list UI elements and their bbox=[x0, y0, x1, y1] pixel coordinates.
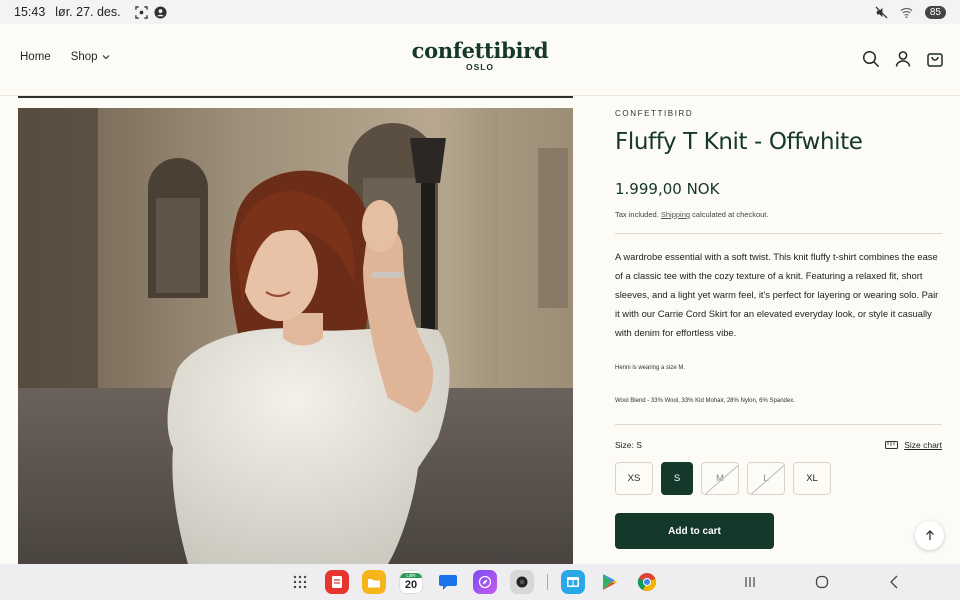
app-notes[interactable] bbox=[325, 570, 349, 594]
size-option-l[interactable]: L bbox=[747, 462, 785, 495]
account-icon bbox=[154, 5, 167, 19]
windows-icon bbox=[567, 577, 579, 587]
app-drawer-button[interactable] bbox=[288, 570, 312, 594]
camera-icon bbox=[516, 576, 528, 588]
nav-shop-label: Shop bbox=[70, 51, 98, 63]
tax-note: Tax included. Shipping calculated at che… bbox=[615, 210, 942, 219]
app-play-store[interactable] bbox=[598, 570, 622, 594]
app-camera[interactable] bbox=[510, 570, 534, 594]
chrome-icon bbox=[637, 573, 657, 592]
app-browser[interactable] bbox=[473, 570, 497, 594]
status-bar: 15:43 lør. 27. des. 85 bbox=[0, 0, 960, 24]
product-image[interactable] bbox=[18, 108, 573, 564]
account-icon[interactable] bbox=[894, 50, 912, 68]
ruler-icon bbox=[885, 441, 899, 449]
logo-brand: confettibird bbox=[411, 38, 549, 63]
battery-indicator: 85 bbox=[924, 5, 946, 19]
app-chrome[interactable] bbox=[635, 570, 659, 594]
logo-city: OSLO bbox=[465, 62, 495, 72]
size-chart-label: Size chart bbox=[904, 440, 942, 450]
product-info: CONFETTIBIRD Fluffy T Knit - Offwhite 1.… bbox=[615, 100, 942, 549]
compass-icon bbox=[478, 575, 492, 589]
arrow-up-icon bbox=[925, 530, 934, 540]
mute-icon bbox=[875, 6, 888, 18]
app-messages[interactable] bbox=[436, 570, 460, 594]
divider bbox=[615, 424, 942, 425]
size-option-xl[interactable]: XL bbox=[793, 462, 831, 495]
nav-home-label: Home bbox=[20, 51, 51, 63]
search-icon[interactable] bbox=[862, 50, 880, 68]
wifi-icon bbox=[900, 7, 913, 18]
back-button[interactable] bbox=[884, 572, 904, 592]
app-multiwindow[interactable] bbox=[561, 570, 585, 594]
site-logo[interactable]: confettibird OSLO bbox=[400, 38, 560, 72]
product-vendor: CONFETTIBIRD bbox=[615, 109, 694, 118]
size-option-s[interactable]: S bbox=[661, 462, 693, 495]
product-photo bbox=[18, 108, 573, 564]
header-actions bbox=[862, 50, 944, 68]
material-note: Wool Blend - 33% Wool, 33% Kid Mohair, 2… bbox=[615, 398, 795, 404]
taskbar: LØR 20 bbox=[0, 564, 960, 600]
folder-icon bbox=[368, 578, 380, 587]
gallery-scroll-indicator bbox=[18, 96, 573, 98]
product-price: 1.999,00 NOK bbox=[615, 180, 720, 198]
nav-shop[interactable]: Shop bbox=[71, 51, 110, 63]
calendar-day: 20 bbox=[404, 578, 418, 591]
size-label: Size: S bbox=[615, 440, 642, 450]
site-header: Home Shop confettibird OSLO bbox=[0, 24, 960, 96]
play-store-icon bbox=[603, 574, 617, 590]
tax-suffix: calculated at checkout. bbox=[692, 210, 769, 219]
screenshot-icon bbox=[134, 5, 148, 19]
system-navigation bbox=[740, 572, 904, 592]
status-time: 15:43 bbox=[14, 5, 46, 19]
nav-home[interactable]: Home bbox=[20, 51, 51, 63]
add-to-cart-button[interactable]: Add to cart bbox=[615, 513, 774, 549]
scroll-to-top-button[interactable] bbox=[915, 521, 944, 550]
size-options: XS S M L XL bbox=[615, 462, 942, 495]
recents-icon bbox=[745, 577, 755, 587]
size-chart-link[interactable]: Size chart bbox=[885, 440, 942, 450]
divider bbox=[615, 233, 942, 234]
main-nav: Home Shop bbox=[20, 51, 110, 63]
back-icon bbox=[890, 575, 898, 589]
app-files[interactable] bbox=[362, 570, 386, 594]
model-size-note: Henni is wearing a size M. bbox=[615, 365, 686, 371]
grid-icon bbox=[293, 575, 307, 589]
cart-icon[interactable] bbox=[926, 50, 944, 68]
size-option-m[interactable]: M bbox=[701, 462, 739, 495]
status-date: lør. 27. des. bbox=[55, 5, 121, 19]
home-circle-icon bbox=[815, 575, 829, 589]
shipping-link[interactable]: Shipping bbox=[661, 210, 690, 219]
product-description: A wardrobe essential with a soft twist. … bbox=[615, 251, 939, 338]
chat-icon bbox=[439, 575, 457, 590]
size-row: Size: S Size chart bbox=[615, 440, 942, 450]
taskbar-separator bbox=[547, 574, 548, 590]
notes-icon bbox=[332, 576, 342, 588]
home-button[interactable] bbox=[812, 572, 832, 592]
product-title: Fluffy T Knit - Offwhite bbox=[615, 129, 863, 155]
app-calendar[interactable]: LØR 20 bbox=[399, 570, 423, 594]
tax-prefix: Tax included. bbox=[615, 210, 659, 219]
size-option-xs[interactable]: XS bbox=[615, 462, 653, 495]
recents-button[interactable] bbox=[740, 572, 760, 592]
taskbar-apps: LØR 20 bbox=[288, 570, 672, 594]
chevron-down-icon bbox=[102, 55, 109, 60]
